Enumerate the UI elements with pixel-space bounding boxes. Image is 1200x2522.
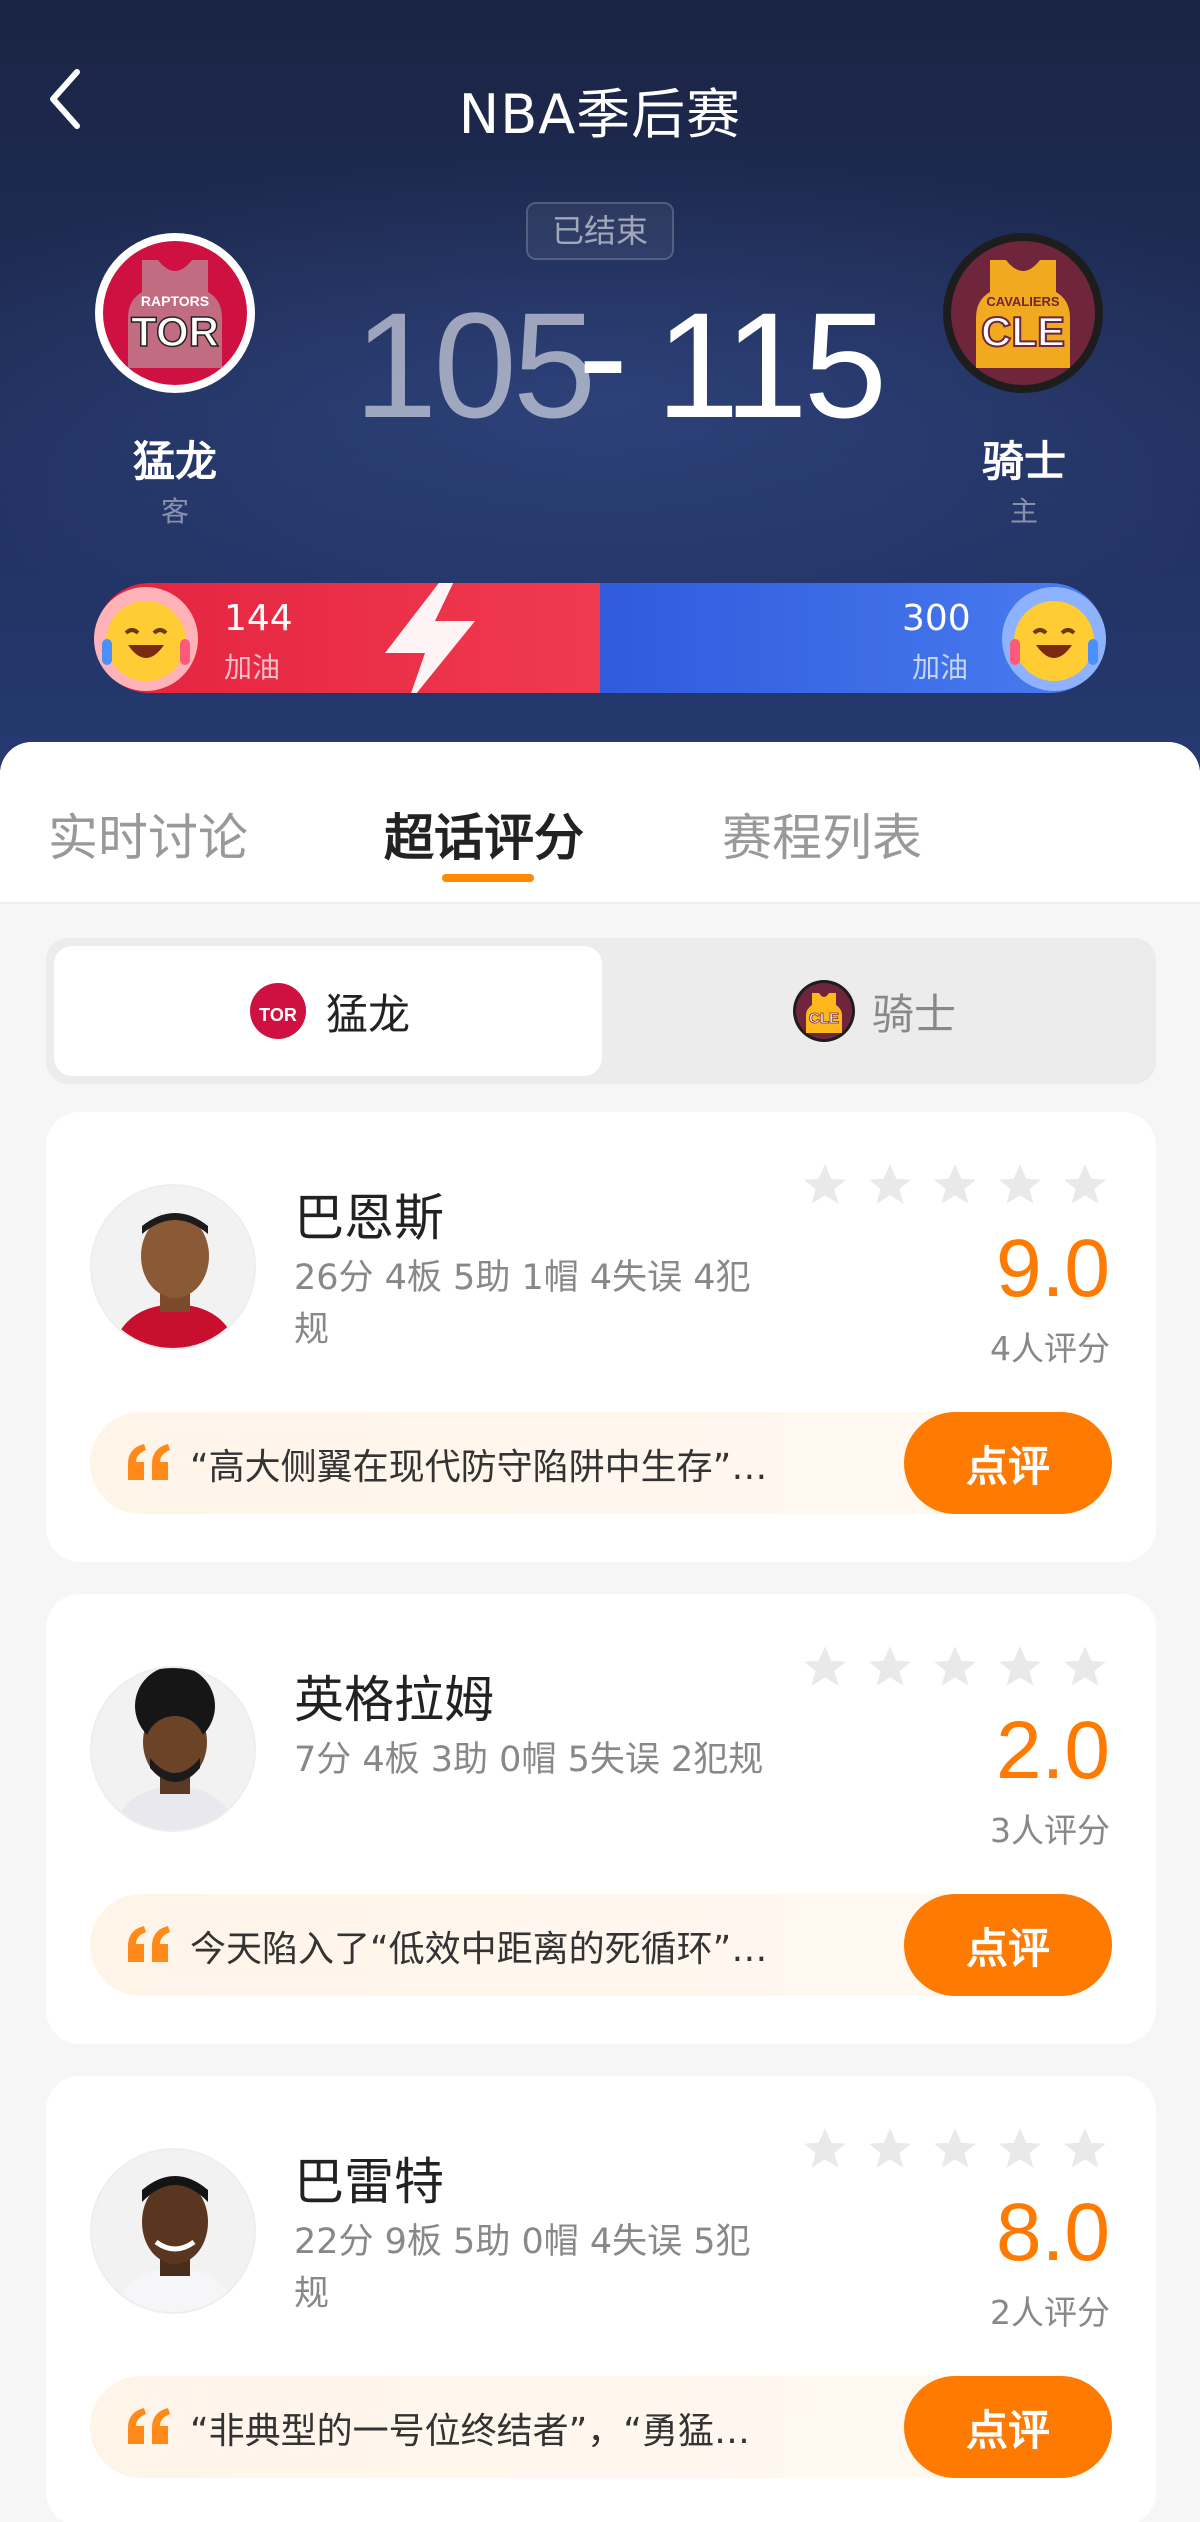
star-icon[interactable] xyxy=(930,2124,980,2174)
player-score: 8.0 xyxy=(996,2187,1110,2278)
comment-text: “高大侧翼在现代防守陷阱中生存”的… xyxy=(190,1447,770,1488)
team-switch-raptors[interactable]: TOR 猛龙 xyxy=(54,946,602,1076)
svg-text:CAVALIERS: CAVALIERS xyxy=(986,294,1060,309)
star-icon[interactable] xyxy=(865,2124,915,2174)
score-separator: - xyxy=(578,271,628,439)
away-score: 105 xyxy=(354,281,596,449)
cavaliers-logo-icon: CAVALIERS CLE xyxy=(943,233,1103,393)
game-status-badge: 已结束 xyxy=(526,202,674,260)
star-icon[interactable] xyxy=(1060,1642,1110,1692)
player-avatar-icon xyxy=(92,1186,254,1348)
rating-stars[interactable] xyxy=(800,2124,1110,2174)
player-score: 9.0 xyxy=(996,1223,1110,1314)
comment-text: 今天陷入了“低效中距离的死循环”，“… xyxy=(190,1929,770,1970)
tab-live-discussion[interactable]: 实时讨论 xyxy=(48,798,248,870)
lightning-icon xyxy=(385,583,475,693)
star-icon[interactable] xyxy=(995,1642,1045,1692)
star-icon[interactable] xyxy=(865,1642,915,1692)
svg-text:TOR: TOR xyxy=(259,1005,297,1025)
rater-count: 3人评分 xyxy=(990,1811,1110,1850)
player-name: 巴恩斯 xyxy=(294,1189,444,1247)
content-sheet: 实时讨论 超话评分 赛程列表 TOR 猛龙 CLE 骑士 巴恩斯 26分 4板 … xyxy=(0,742,1200,2522)
rater-count: 4人评分 xyxy=(990,1329,1110,1368)
game-header: NBA季后赛 已结束 RAPTORS TOR CAVALIERS CLE 猛龙 … xyxy=(0,0,1200,790)
star-icon[interactable] xyxy=(930,1642,980,1692)
rating-stars[interactable] xyxy=(800,1642,1110,1692)
svg-text:CLE: CLE xyxy=(981,308,1065,355)
laughing-emoji-icon xyxy=(1002,587,1106,691)
quote-icon xyxy=(128,2408,170,2444)
tab-rating[interactable]: 超话评分 xyxy=(384,798,584,870)
rating-stars[interactable] xyxy=(800,1160,1110,1210)
star-icon[interactable] xyxy=(930,1160,980,1210)
rater-count: 2人评分 xyxy=(990,2293,1110,2332)
star-icon[interactable] xyxy=(800,2124,850,2174)
laughing-emoji-icon xyxy=(94,587,198,691)
star-icon[interactable] xyxy=(1060,1160,1110,1210)
raptors-logo-icon: TOR xyxy=(246,980,309,1042)
top-comment[interactable]: 今天陷入了“低效中距离的死循环”，“… 点评 xyxy=(90,1894,1112,1996)
review-button[interactable]: 点评 xyxy=(904,2376,1112,2478)
star-icon[interactable] xyxy=(995,1160,1045,1210)
active-tab-indicator xyxy=(442,874,534,882)
tab-bar: 实时讨论 超话评分 赛程列表 xyxy=(0,742,1200,904)
page-title: NBA季后赛 xyxy=(458,83,742,146)
team-switch-cavaliers[interactable]: CLE 骑士 xyxy=(600,946,1148,1076)
svg-text:TOR: TOR xyxy=(131,308,219,355)
away-team-name: 猛龙 xyxy=(132,437,217,486)
star-icon[interactable] xyxy=(800,1160,850,1210)
home-cheer-label: 加油 xyxy=(912,651,969,684)
team-switch-raptors-label: 猛龙 xyxy=(325,989,410,1039)
player-card[interactable]: 英格拉姆 7分 4板 3助 0帽 5失误 2犯规 2.0 3人评分 今天陷入了“… xyxy=(46,1594,1156,2044)
cavaliers-logo-icon: CLE xyxy=(792,980,855,1042)
player-stats: 22分 9板 5助 0帽 4失误 5犯规 xyxy=(294,2222,751,2314)
player-card[interactable]: 巴恩斯 26分 4板 5助 1帽 4失误 4犯规 9.0 4人评分 “高大侧翼在… xyxy=(46,1112,1156,1562)
star-icon[interactable] xyxy=(865,1160,915,1210)
star-icon[interactable] xyxy=(1060,2124,1110,2174)
player-name: 英格拉姆 xyxy=(294,1671,494,1729)
top-comment[interactable]: “高大侧翼在现代防守陷阱中生存”的… 点评 xyxy=(90,1412,1112,1514)
away-team-role: 客 xyxy=(160,495,189,528)
away-cheer-count: 144 xyxy=(224,598,293,639)
svg-text:RAPTORS: RAPTORS xyxy=(141,293,209,309)
team-switch: TOR 猛龙 CLE 骑士 xyxy=(46,938,1156,1084)
review-button[interactable]: 点评 xyxy=(904,1894,1112,1996)
player-score: 2.0 xyxy=(996,1705,1110,1796)
home-team-name: 骑士 xyxy=(981,437,1066,486)
home-cheer-count: 300 xyxy=(902,598,971,639)
quote-icon xyxy=(128,1444,170,1480)
player-avatar-icon xyxy=(92,1668,254,1830)
player-stats: 26分 4板 5助 1帽 4失误 4犯规 xyxy=(294,1258,751,1350)
tab-schedule[interactable]: 赛程列表 xyxy=(722,798,922,870)
raptors-logo[interactable]: RAPTORS TOR xyxy=(92,230,258,396)
comment-text: “非典型的一号位终结者”，“勇猛有余… xyxy=(190,2411,770,2452)
player-stats: 7分 4板 3助 0帽 5失误 2犯规 xyxy=(294,1740,764,1780)
player-avatar-icon xyxy=(92,2150,254,2312)
cheer-home-button[interactable] xyxy=(1000,585,1108,693)
player-avatar xyxy=(90,1184,256,1350)
cheer-away-button[interactable] xyxy=(92,585,200,693)
team-switch-cavaliers-label: 骑士 xyxy=(871,989,956,1039)
away-cheer-label: 加油 xyxy=(224,651,281,684)
raptors-logo-icon: RAPTORS TOR xyxy=(95,233,255,393)
review-button[interactable]: 点评 xyxy=(904,1412,1112,1514)
home-score: 115 xyxy=(656,281,887,449)
cavaliers-logo[interactable]: CAVALIERS CLE xyxy=(940,230,1106,396)
home-team-role: 主 xyxy=(1009,495,1038,528)
quote-icon xyxy=(128,1926,170,1962)
star-icon[interactable] xyxy=(800,1642,850,1692)
player-avatar xyxy=(90,1666,256,1832)
player-card[interactable]: 巴雷特 22分 9板 5助 0帽 4失误 5犯规 8.0 2人评分 “非典型的一… xyxy=(46,2076,1156,2522)
star-icon[interactable] xyxy=(995,2124,1045,2174)
svg-text:CLE: CLE xyxy=(809,1010,839,1027)
player-name: 巴雷特 xyxy=(294,2153,444,2211)
top-comment[interactable]: “非典型的一号位终结者”，“勇猛有余… 点评 xyxy=(90,2376,1112,2478)
player-avatar xyxy=(90,2148,256,2314)
